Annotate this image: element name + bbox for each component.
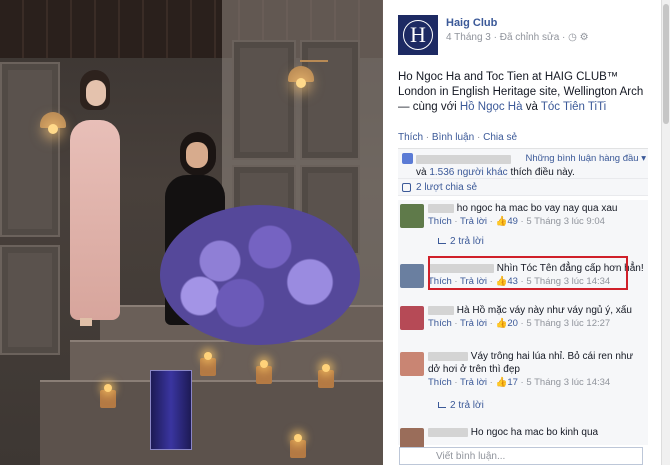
comment-likes[interactable]: 👍43: [496, 276, 518, 287]
comment-likes[interactable]: 👍20: [496, 318, 518, 329]
comment: Hà Hồ mặc váy này như váy ngủ ý, xấu Thí…: [398, 304, 648, 330]
comment-link[interactable]: Bình luận: [432, 132, 474, 143]
shares-row: 2 lượt chia sẻ: [398, 179, 648, 196]
comment-like-link[interactable]: Thích: [428, 318, 452, 329]
candle: [290, 434, 306, 458]
post-actions: Thích · Bình luận · Chia sẻ: [398, 132, 517, 143]
scrollbar[interactable]: [661, 0, 670, 465]
post-photo[interactable]: [0, 0, 383, 465]
blurred-name: [428, 305, 454, 315]
candle: [256, 360, 272, 384]
likes-suffix: thích điều này.: [510, 167, 575, 178]
comment-list: ho ngoc ha mac bo vay nay qua xau Thích …: [398, 200, 648, 452]
person-face: [86, 80, 106, 106]
likes-summary: Những bình luận hàng đầu ▾ và 1.536 ngườ…: [398, 149, 648, 179]
person-face: [186, 142, 208, 168]
blurred-name: [416, 154, 511, 164]
tag-link[interactable]: Tóc Tiên TiTi: [541, 101, 606, 113]
comment: Nhìn Tóc Tên đẳng cấp hơn hẳn! Thích · T…: [398, 262, 648, 288]
shares-count[interactable]: 2 lượt chia sẻ: [416, 182, 477, 193]
edited-label[interactable]: Đã chỉnh sửa: [500, 32, 560, 43]
comment-reply-link[interactable]: Trả lời: [460, 377, 487, 388]
wall-panel: [232, 40, 296, 160]
wall-panel: [300, 40, 360, 160]
candle: [200, 352, 216, 376]
reply-arrow-icon: [438, 402, 446, 408]
post-meta: 4 Tháng 3 · Đã chỉnh sửa · ◷ ⚙: [446, 32, 589, 43]
comment: ho ngoc ha mac bo vay nay qua xau Thích …: [398, 202, 648, 228]
comment-reply-link[interactable]: Trả lời: [460, 318, 487, 329]
comment-text: Ho ngoc ha mac bo kinh qua: [470, 427, 599, 438]
options-icon[interactable]: ⚙: [580, 32, 589, 43]
likes-and: và: [416, 167, 427, 178]
blurred-name: [428, 351, 468, 361]
comment-time[interactable]: 5 Tháng 3 lúc 14:34: [526, 276, 610, 287]
candle: [100, 384, 116, 408]
separator: ·: [476, 132, 481, 143]
comment: Váy trông hai lúa nhỉ. Bỏ cái ren như dở…: [398, 350, 648, 388]
candle: [318, 364, 334, 388]
comment-reply-link[interactable]: Trả lời: [460, 276, 487, 287]
comment-reply-link[interactable]: Trả lời: [460, 216, 487, 227]
comment-text: Hà Hồ mặc váy này như váy ngủ ý, xấu: [456, 305, 632, 316]
scrollbar-thumb[interactable]: [663, 4, 669, 124]
avatar[interactable]: [400, 204, 424, 228]
blurred-name: [428, 203, 454, 213]
flower-arrangement: [160, 205, 360, 345]
bottle: [150, 370, 192, 450]
comment-text: Nhìn Tóc Tên đẳng cấp hơn hẳn!: [496, 263, 644, 274]
share-link[interactable]: Chia sẻ: [483, 132, 517, 143]
stair-step: [40, 380, 383, 465]
wall-panel: [0, 62, 60, 237]
comment-time[interactable]: 5 Tháng 3 lúc 9:04: [526, 216, 605, 227]
blurred-name: [428, 427, 468, 437]
wall-panel: [0, 245, 60, 355]
replies-link[interactable]: 2 trả lời: [438, 400, 484, 411]
avatar[interactable]: [400, 306, 424, 330]
comment-likes[interactable]: 👍17: [496, 377, 518, 388]
post-text: Ho Ngoc Ha and Toc Tien at HAIG CLUB™ Lo…: [398, 70, 653, 115]
comment-like-link[interactable]: Thích: [428, 216, 452, 227]
comment-like-link[interactable]: Thích: [428, 377, 452, 388]
logo-letter: H: [403, 20, 433, 50]
comment-like-link[interactable]: Thích: [428, 276, 452, 287]
likes-count[interactable]: 1.536 người khác: [429, 167, 507, 178]
reply-arrow-icon: [438, 238, 446, 244]
page-header: H Haig Club 4 Tháng 3 · Đã chỉnh sửa · ◷…: [398, 15, 653, 57]
comment: Ho ngoc ha mac bo kinh qua: [398, 426, 648, 452]
post-conjunction: và: [522, 101, 541, 113]
like-thumb-icon: [402, 153, 413, 164]
post-date[interactable]: 4 Tháng 3: [446, 32, 491, 43]
lamp-arm: [300, 60, 328, 62]
best-comments-filter[interactable]: Những bình luận hàng đầu ▾: [526, 152, 646, 165]
blurred-name: [428, 263, 494, 273]
comment-likes[interactable]: 👍49: [496, 216, 518, 227]
wall-lamp: [40, 112, 66, 134]
like-link[interactable]: Thích: [398, 132, 423, 143]
replies-link[interactable]: 2 trả lời: [438, 236, 484, 247]
comment-time[interactable]: 5 Tháng 3 lúc 12:27: [526, 318, 610, 329]
page-name[interactable]: Haig Club: [446, 17, 497, 29]
separator: ·: [425, 132, 430, 143]
share-icon: [402, 183, 411, 192]
pink-dress: [70, 120, 120, 320]
avatar[interactable]: [400, 352, 424, 376]
clock-icon: ◷: [568, 32, 577, 43]
avatar[interactable]: [400, 264, 424, 288]
comment-input[interactable]: Viết bình luận...: [399, 447, 643, 465]
person-leg: [80, 318, 92, 326]
comment-time[interactable]: 5 Tháng 3 lúc 14:34: [526, 377, 610, 388]
page-logo[interactable]: H: [398, 15, 438, 55]
feedback-box: Những bình luận hàng đầu ▾ và 1.536 ngườ…: [398, 148, 648, 196]
tag-link[interactable]: Hồ Ngọc Hà: [460, 101, 523, 113]
comment-text: ho ngoc ha mac bo vay nay qua xau: [456, 203, 618, 214]
stair-step: [70, 340, 383, 384]
